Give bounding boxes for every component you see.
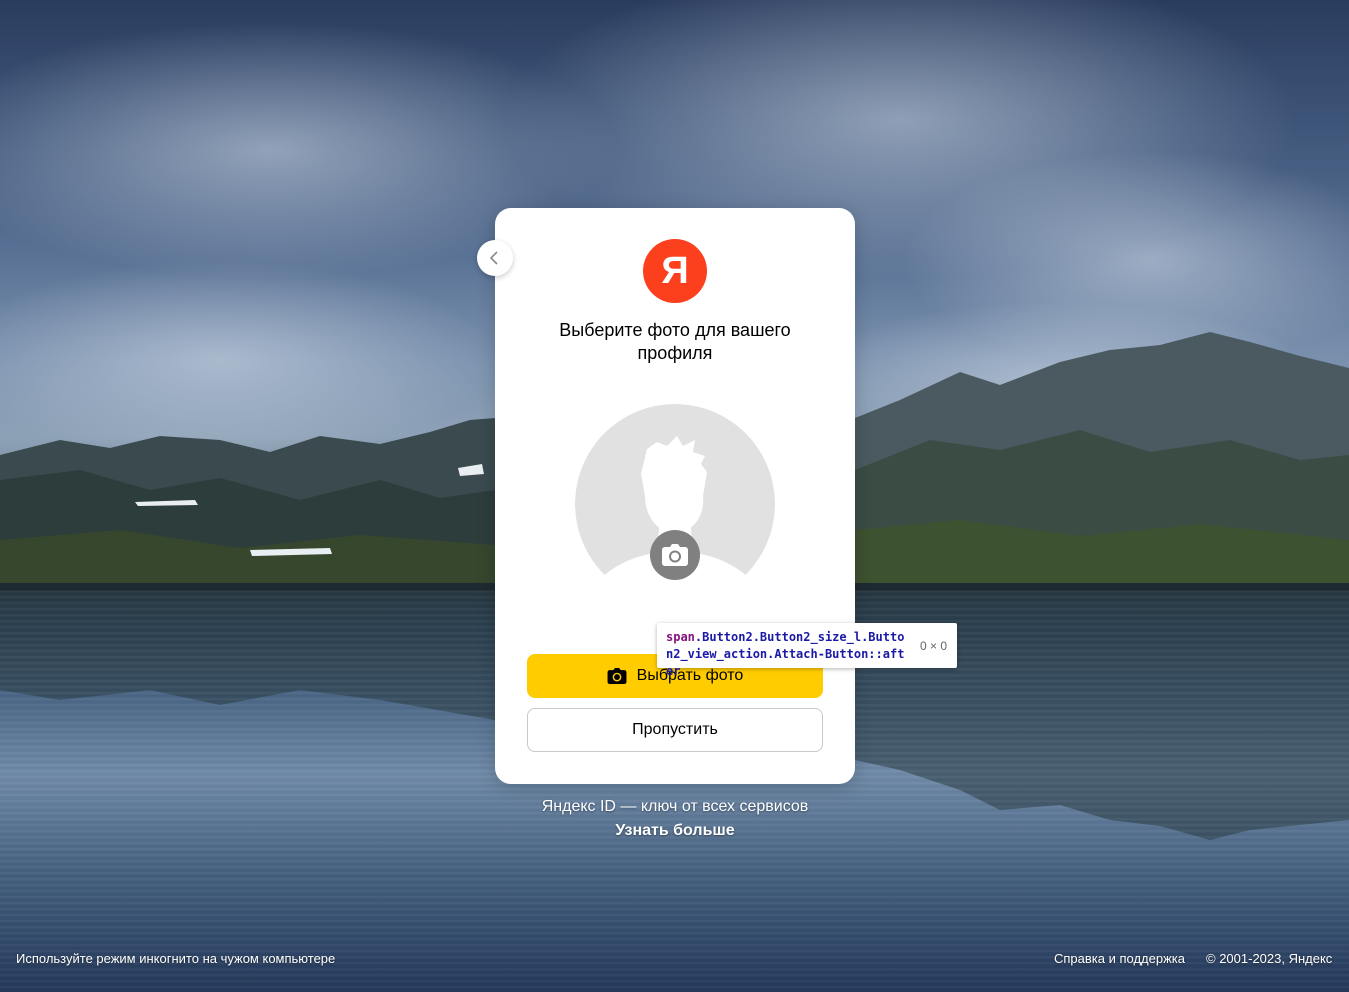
promo-text: Яндекс ID — ключ от всех сервисов (541, 798, 809, 815)
skip-label: Пропустить (632, 721, 718, 738)
yandex-logo: Я (643, 239, 707, 303)
learn-more-link[interactable]: Узнать больше (495, 822, 855, 840)
devtools-inspect-tooltip: span.Button2.Button2_size_l.Button2_view… (657, 623, 957, 678)
page-title: Выберите фото для вашего профиля (559, 320, 791, 363)
camera-icon (662, 544, 688, 566)
camera-icon (607, 668, 627, 684)
incognito-hint: Используйте режим инкогнито на чужом ком… (16, 951, 336, 966)
skip-button[interactable]: Пропустить (527, 708, 823, 752)
back-button[interactable] (477, 240, 513, 276)
devtools-selector: span.Button2.Button2_size_l.Button2_view… (666, 630, 905, 678)
yandex-logo-letter: Я (661, 250, 689, 292)
chevron-left-icon (488, 251, 502, 265)
copyright: © 2001-2023, Яндекс (1206, 951, 1333, 966)
devtools-element-size: 0 × 0 (919, 639, 947, 653)
avatar-camera-button[interactable] (650, 530, 700, 580)
help-link[interactable]: Справка и поддержка (1054, 951, 1185, 966)
